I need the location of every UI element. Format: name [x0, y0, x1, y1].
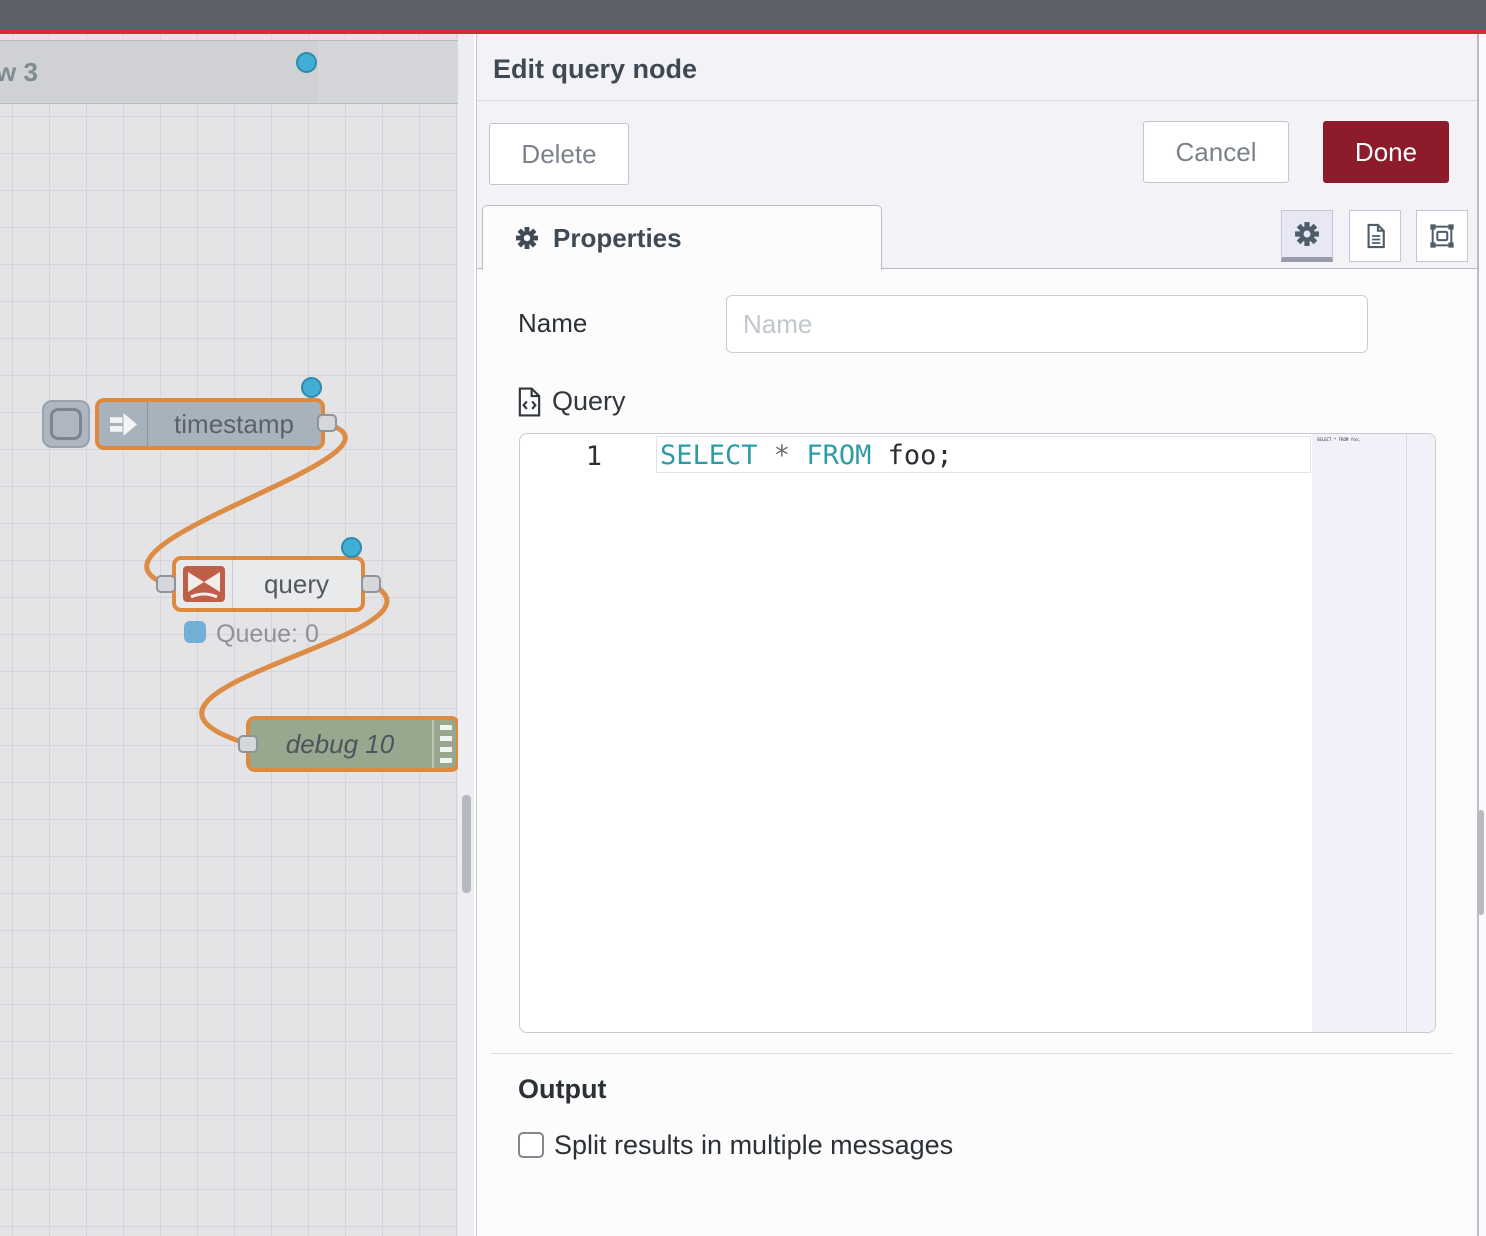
inject-trigger-button[interactable] [42, 400, 90, 448]
name-input[interactable] [726, 295, 1368, 353]
file-code-icon [517, 387, 542, 417]
inject-arrow-icon [110, 413, 137, 436]
appearance-frame-icon [1428, 222, 1456, 250]
editor-line-number: 1 [520, 441, 602, 472]
done-button[interactable]: Done [1323, 121, 1449, 183]
dialog-scrollbar-thumb[interactable] [1478, 810, 1484, 915]
output-section-heading: Output [518, 1074, 606, 1105]
node-label: timestamp [147, 402, 321, 446]
sql-operator: * [758, 440, 807, 471]
gear-icon [515, 226, 539, 250]
query-section-label: Query [552, 386, 626, 417]
delete-button[interactable]: Delete [489, 123, 629, 185]
section-divider [491, 1053, 1453, 1054]
dialog-title: Edit query node [493, 54, 697, 85]
description-view-button[interactable] [1349, 210, 1401, 262]
workspace-vertical-scrollbar[interactable] [458, 34, 474, 1236]
dialog-title-divider [477, 100, 1478, 101]
sql-keyword: SELECT [660, 440, 758, 471]
tab-properties[interactable]: Properties [482, 205, 882, 270]
query-output-port[interactable] [361, 575, 381, 593]
query-icon-cell [176, 560, 233, 608]
query-input-port[interactable] [156, 575, 176, 593]
split-results-checkbox-label: Split results in multiple messages [554, 1130, 953, 1161]
query-changed-dot [341, 537, 362, 558]
sql-identifier: foo; [871, 440, 952, 471]
document-icon [1361, 222, 1389, 250]
query-section-header: Query [517, 386, 626, 417]
node-inject-timestamp[interactable]: timestamp [95, 398, 325, 450]
edit-node-dialog: Edit query node Delete Cancel Done Prope… [476, 34, 1477, 1236]
workspace-scrollbar-thumb[interactable] [462, 795, 471, 893]
editor-minimap-text: SELECT * FROM foo; [1317, 437, 1360, 442]
name-field-label: Name [518, 308, 587, 339]
editor-scrollbar-strip[interactable] [1406, 434, 1435, 1032]
inject-icon-cell [99, 402, 148, 446]
timestamp-changed-dot [301, 377, 322, 398]
sql-keyword: FROM [806, 440, 871, 471]
cancel-button[interactable]: Cancel [1143, 121, 1289, 183]
inject-trigger-button-inner [50, 408, 82, 440]
node-debug[interactable]: debug 10 [246, 716, 458, 772]
debug-input-port[interactable] [238, 735, 258, 753]
node-label: query [232, 560, 361, 608]
dialog-vertical-scrollbar[interactable] [1477, 34, 1486, 1236]
node-query[interactable]: query [172, 556, 365, 612]
appearance-view-button[interactable] [1416, 210, 1468, 262]
timestamp-output-port[interactable] [317, 414, 337, 432]
mysql-icon [183, 566, 225, 602]
debug-icon [432, 720, 456, 768]
gear-icon [1294, 221, 1320, 247]
tab-properties-label: Properties [553, 223, 682, 254]
query-status-dot [184, 621, 206, 643]
flow-workspace[interactable]: w 3 timestamp [0, 34, 458, 1236]
properties-view-button[interactable] [1281, 210, 1333, 262]
app-header-bar [0, 0, 1486, 30]
dialog-header-area: Edit query node Delete Cancel Done Prope… [477, 34, 1478, 269]
editor-minimap[interactable]: SELECT * FROM foo; [1312, 434, 1406, 1032]
node-label: debug 10 [250, 720, 430, 768]
editor-code-line[interactable]: SELECT * FROM foo; [660, 440, 953, 471]
sql-code-editor[interactable]: 1 SELECT * FROM foo; SELECT * FROM foo; [519, 433, 1436, 1033]
query-status-text: Queue: 0 [216, 620, 319, 649]
split-results-checkbox[interactable] [518, 1132, 544, 1158]
